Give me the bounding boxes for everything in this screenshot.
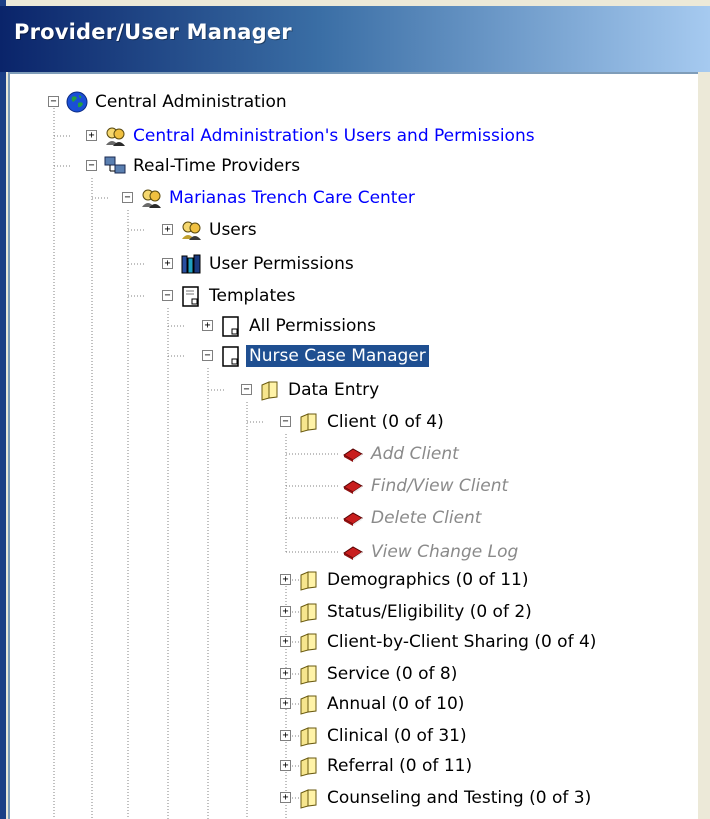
expander-client-sharing[interactable]: + — [280, 636, 291, 647]
tree-node-referral[interactable]: Referral (0 of 11) — [298, 750, 475, 782]
expander-client[interactable]: − — [280, 416, 291, 427]
tree-label: Delete Client — [371, 508, 482, 528]
tree-node-nurse-case-manager[interactable]: Nurse Case Manager — [220, 340, 429, 372]
tree-label: Clinical (0 of 31) — [327, 726, 467, 746]
tree-node-user-permissions[interactable]: User Permissions — [180, 248, 357, 280]
document-icon — [220, 345, 242, 367]
tree-node-marianas-trench-care-center[interactable]: Marianas Trench Care Center — [140, 182, 418, 214]
tree-label: Add Client — [371, 444, 459, 464]
red-book-icon — [342, 443, 364, 465]
tree-node-counseling-testing[interactable]: Counseling and Testing (0 of 3) — [298, 782, 594, 814]
users-icon — [180, 219, 202, 241]
tree-label: Service (0 of 8) — [327, 664, 458, 684]
tree-node-status-eligibility[interactable]: Status/Eligibility (0 of 2) — [298, 596, 535, 628]
expander-central-administration[interactable]: − — [48, 96, 59, 107]
expander-status-eligibility[interactable]: + — [280, 606, 291, 617]
tree-node-client-by-client-sharing[interactable]: Client-by-Client Sharing (0 of 4) — [298, 626, 599, 658]
tree-label: Referral (0 of 11) — [327, 756, 473, 776]
tree-label: Client-by-Client Sharing (0 of 4) — [327, 632, 597, 652]
expander-service[interactable]: + — [280, 668, 291, 679]
red-book-icon — [342, 475, 364, 497]
provider-user-manager-window: Provider/User Manager − Central Administ… — [0, 0, 710, 819]
folder-icon — [259, 379, 281, 401]
tree-node-add-client[interactable]: Add Client — [342, 438, 462, 470]
tree-node-service[interactable]: Service (0 of 8) — [298, 658, 460, 690]
tree-label: Counseling and Testing (0 of 3) — [327, 788, 592, 808]
tree-node-central-users-permissions[interactable]: Central Administration's Users and Permi… — [104, 120, 538, 152]
tree-label: Demographics (0 of 11) — [327, 570, 529, 590]
provider-tree[interactable]: − Central Administration + Central Admin… — [8, 72, 698, 819]
tree-node-all-permissions[interactable]: All Permissions — [220, 310, 379, 342]
tree-node-client[interactable]: Client (0 of 4) — [298, 406, 447, 438]
folder-icon — [298, 569, 320, 591]
title-bar[interactable]: Provider/User Manager — [0, 6, 710, 72]
users-icon — [104, 125, 126, 147]
tree-label: Central Administration — [95, 92, 287, 112]
folder-icon — [298, 631, 320, 653]
tree-node-central-administration[interactable]: Central Administration — [66, 86, 290, 118]
window-left-border — [0, 0, 6, 819]
users-icon — [140, 187, 162, 209]
expander-central-users[interactable]: + — [86, 130, 97, 141]
folder-icon — [298, 411, 320, 433]
tree-label: Data Entry — [288, 380, 380, 400]
expander-templates[interactable]: − — [162, 290, 173, 301]
books-icon — [180, 253, 202, 275]
tree-node-demographics[interactable]: Demographics (0 of 11) — [298, 564, 532, 596]
expander-provider[interactable]: − — [122, 192, 133, 203]
document-icon — [220, 315, 242, 337]
folder-icon — [298, 601, 320, 623]
tree-label: Find/View Client — [371, 476, 509, 496]
red-book-icon — [342, 541, 364, 563]
expander-data-entry[interactable]: − — [241, 384, 252, 395]
tree-node-delete-client[interactable]: Delete Client — [342, 502, 484, 534]
folder-icon — [298, 663, 320, 685]
tree-label: Users — [209, 220, 257, 240]
expander-user-permissions[interactable]: + — [162, 258, 173, 269]
tree-label: Annual (0 of 10) — [327, 694, 465, 714]
folder-icon — [298, 693, 320, 715]
folder-icon — [298, 787, 320, 809]
expander-referral[interactable]: + — [280, 760, 291, 771]
globe-icon — [66, 91, 88, 113]
tree-label: Templates — [209, 286, 296, 306]
tree-node-find-view-client[interactable]: Find/View Client — [342, 470, 511, 502]
expander-demographics[interactable]: + — [280, 574, 291, 585]
network-icon — [104, 155, 126, 177]
expander-all-permissions[interactable]: + — [202, 320, 213, 331]
expander-users[interactable]: + — [162, 224, 173, 235]
tree-label: Real-Time Providers — [133, 156, 301, 176]
expander-counseling-testing[interactable]: + — [280, 792, 291, 803]
document-icon — [180, 285, 202, 307]
tree-label: Marianas Trench Care Center — [169, 188, 415, 208]
tree-label: View Change Log — [371, 542, 519, 562]
tree-label: Central Administration's Users and Permi… — [133, 126, 535, 146]
expander-real-time-providers[interactable]: − — [86, 160, 97, 171]
tree-label: All Permissions — [249, 316, 377, 336]
tree-label-selected: Nurse Case Manager — [246, 345, 429, 367]
window-title: Provider/User Manager — [14, 20, 292, 44]
tree-node-users[interactable]: Users — [180, 214, 260, 246]
tree-node-real-time-providers[interactable]: Real-Time Providers — [104, 150, 303, 182]
red-book-icon — [342, 507, 364, 529]
tree-label: Client (0 of 4) — [327, 412, 444, 432]
tree-node-annual[interactable]: Annual (0 of 10) — [298, 688, 467, 720]
tree-node-clinical[interactable]: Clinical (0 of 31) — [298, 720, 470, 752]
tree-node-templates[interactable]: Templates — [180, 280, 298, 312]
expander-annual[interactable]: + — [280, 698, 291, 709]
expander-clinical[interactable]: + — [280, 730, 291, 741]
tree-label: Status/Eligibility (0 of 2) — [327, 602, 532, 622]
expander-nurse-case-manager[interactable]: − — [202, 350, 213, 361]
tree-node-data-entry[interactable]: Data Entry — [259, 374, 382, 406]
tree-label: User Permissions — [209, 254, 354, 274]
folder-icon — [298, 755, 320, 777]
folder-icon — [298, 725, 320, 747]
